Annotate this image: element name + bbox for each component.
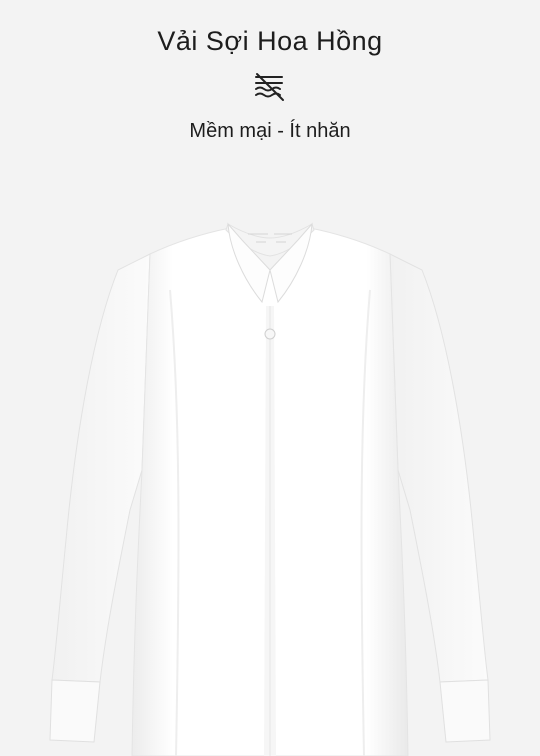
no-wrinkle-fabric-icon <box>255 73 284 101</box>
fabric-subtitle: Mềm mại - Ít nhăn <box>189 120 351 142</box>
fabric-title: Vải Sợi Hoa Hồng <box>157 26 383 56</box>
shirt-image <box>49 222 491 756</box>
